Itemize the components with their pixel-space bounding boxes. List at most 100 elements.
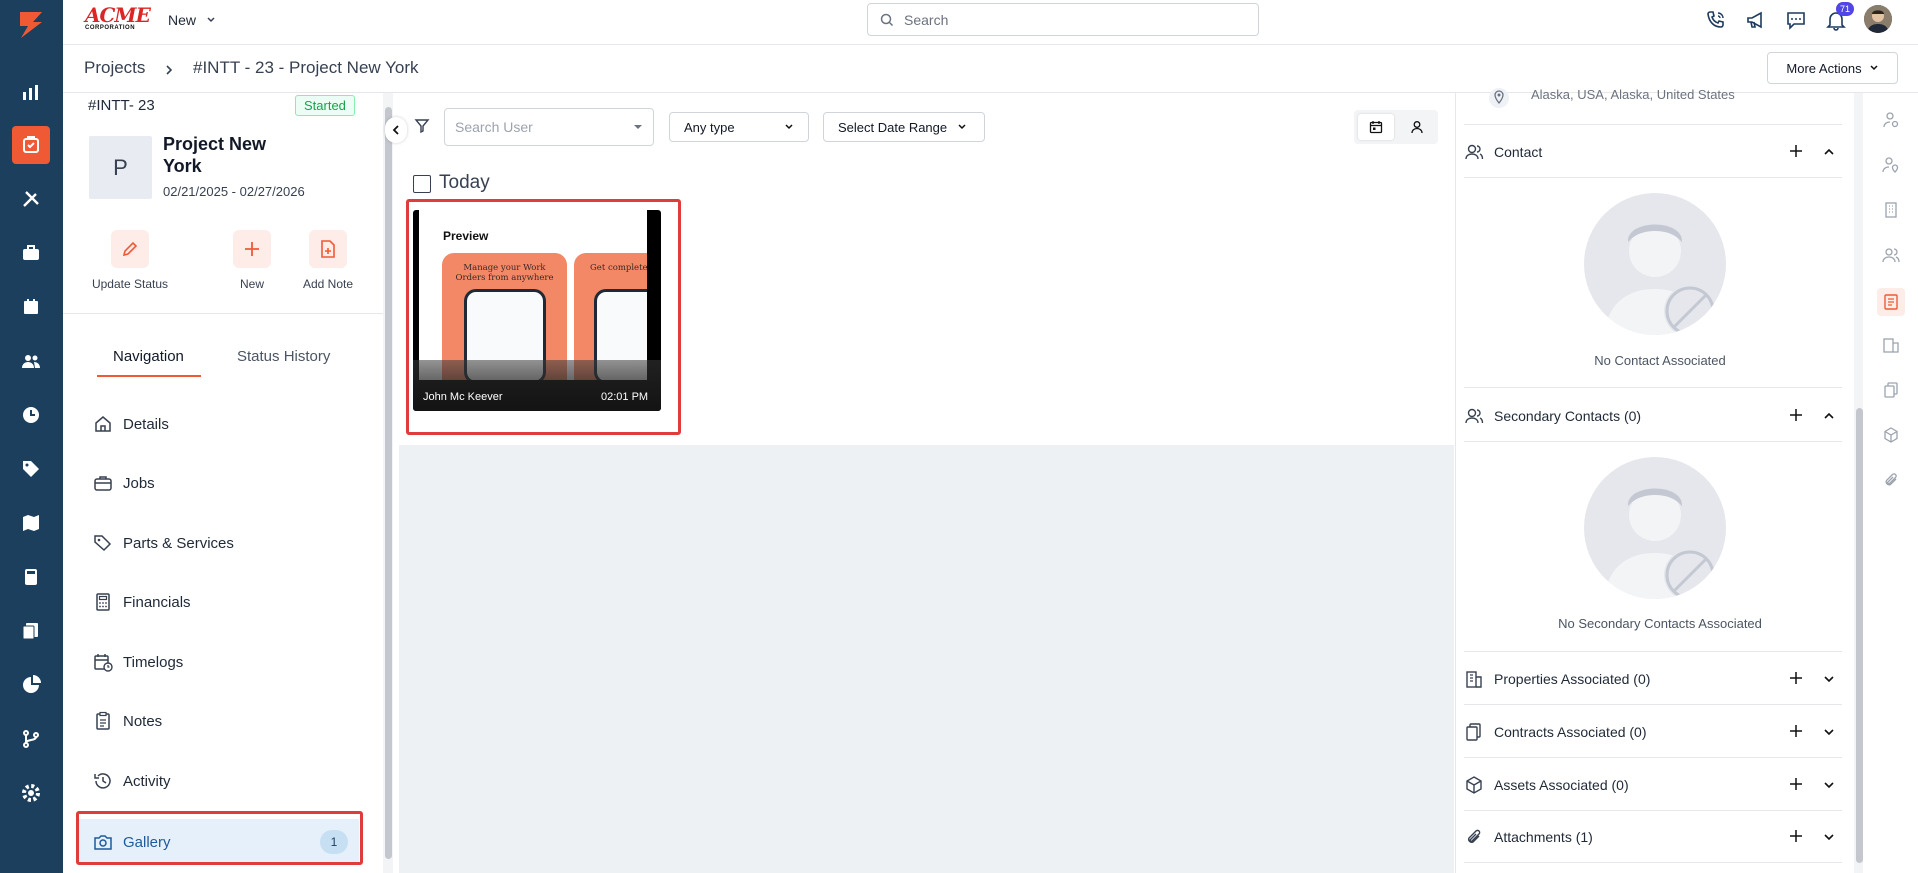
date-group-label: Today [439,172,490,193]
scrollbar-thumb[interactable] [385,107,392,859]
user-icon [1411,121,1423,134]
nav-item-details[interactable]: Details [93,404,363,444]
location-pin-icon [1489,88,1509,108]
add-property-plus-icon[interactable] [1788,670,1804,686]
collapse-panel-button[interactable] [385,117,407,143]
gallery-content: Search User Any type Select Date Range T… [399,93,1454,873]
calendar-view-button[interactable] [1358,114,1394,140]
project-info-panel: Alaska, USA, Alaska, United States Conta… [1455,87,1864,873]
global-search-input[interactable]: Search [867,3,1259,36]
user-avatar[interactable] [1864,5,1892,33]
app-sidebar [0,0,63,873]
properties-section-header[interactable]: Properties Associated (0) [1464,653,1842,705]
user-location-icon[interactable] [1879,153,1903,177]
project-address: Alaska, USA, Alaska, United States [1531,87,1735,102]
settings-icon[interactable] [12,774,50,812]
chevron-down-icon[interactable] [1822,778,1836,792]
plus-icon [233,230,271,268]
chevron-down-icon[interactable] [1822,830,1836,844]
add-asset-plus-icon[interactable] [1788,776,1804,792]
tools-icon[interactable] [12,180,50,218]
jobs-icon[interactable] [12,234,50,272]
nav-item-notes[interactable]: Notes [93,701,363,741]
no-secondary-contact-message: No Secondary Contacts Associated [1558,616,1762,631]
related-records-toolbar [1863,93,1918,873]
megaphone-icon[interactable] [1745,9,1767,31]
chevron-down-icon[interactable] [1822,725,1836,739]
attachments-section-header[interactable]: Attachments (1) [1464,811,1842,863]
map-icon[interactable] [12,504,50,542]
nav-item-timelogs[interactable]: Timelogs [93,642,363,682]
calculator-icon[interactable] [12,558,50,596]
scrollbar-thumb[interactable] [1856,408,1863,863]
project-avatar: P [89,136,152,199]
price-tag-icon[interactable] [12,450,50,488]
secondary-contacts-section-header[interactable]: Secondary Contacts (0) [1464,390,1842,442]
nav-item-financials[interactable]: Financials [93,582,363,622]
update-status-button[interactable]: Update Status [80,230,180,291]
app-logo-icon[interactable] [12,6,50,44]
reports-icon[interactable] [12,666,50,704]
project-dates: 02/21/2025 - 02/27/2026 [163,184,305,199]
gallery-empty-area [399,445,1454,873]
phone-icon[interactable] [1705,9,1727,31]
add-secondary-contact-plus-icon[interactable] [1788,407,1804,423]
divider [1464,124,1842,125]
chevron-up-icon[interactable] [1822,409,1836,423]
calendar-icon[interactable] [12,288,50,326]
search-user-select[interactable]: Search User [444,108,654,146]
tag-icon [94,535,112,552]
add-contact-plus-icon[interactable] [1788,143,1804,159]
project-code: #INTT- 23 [88,97,155,114]
assets-cube-icon[interactable] [1879,423,1903,447]
add-attachment-plus-icon[interactable] [1788,828,1804,844]
user-settings-icon[interactable] [1879,108,1903,132]
attachments-paperclip-icon[interactable] [1879,468,1903,492]
tab-status-history[interactable]: Status History [237,348,330,365]
filter-icon[interactable] [414,118,430,134]
no-secondary-contact-placeholder-icon [1584,457,1726,599]
contacts-icon [1465,408,1484,423]
chevron-down-icon [1870,65,1878,71]
chevron-up-icon[interactable] [1822,145,1836,159]
add-file-icon [309,230,347,268]
contracts-section-header[interactable]: Contracts Associated (0) [1464,706,1842,758]
add-contract-plus-icon[interactable] [1788,723,1804,739]
new-dropdown[interactable]: New [168,12,216,28]
documents-icon[interactable] [12,612,50,650]
contracts-copy-icon[interactable] [1879,378,1903,402]
chat-icon[interactable] [1785,9,1807,31]
date-range-dropdown[interactable]: Select Date Range [823,112,985,142]
project-record-icon[interactable] [1877,288,1905,316]
today-select-checkbox[interactable] [413,175,431,193]
divider [63,313,385,314]
highlight-box [406,199,681,435]
tab-navigation[interactable]: Navigation [113,348,184,365]
new-action-button[interactable]: New [222,230,282,291]
calculator-icon [96,593,110,611]
calendar-icon [1369,121,1383,134]
property-building-icon[interactable] [1879,333,1903,357]
assets-section-header[interactable]: Assets Associated (0) [1464,759,1842,811]
users-icon[interactable] [1879,243,1903,267]
pencil-icon [111,230,149,268]
breadcrumb-projects-link[interactable]: Projects [84,58,145,78]
workflow-icon[interactable] [12,720,50,758]
nav-item-jobs[interactable]: Jobs [93,463,363,503]
view-toggle [1354,110,1438,144]
more-actions-button[interactable]: More Actions [1767,52,1898,84]
projects-icon[interactable] [12,126,50,164]
user-view-button[interactable] [1400,114,1434,140]
chevron-down-icon[interactable] [1822,672,1836,686]
building-icon[interactable] [1879,198,1903,222]
contract-icon [1466,722,1481,741]
timesheet-icon[interactable] [12,396,50,434]
customers-icon[interactable] [12,342,50,380]
contact-section-header[interactable]: Contact [1464,126,1842,178]
add-note-button[interactable]: Add Note [278,230,378,291]
nav-item-activity[interactable]: Activity [93,761,363,801]
company-logo[interactable]: ACME CORPORATION [85,5,151,31]
dashboard-icon[interactable] [12,73,50,111]
type-filter-dropdown[interactable]: Any type [669,112,809,142]
nav-item-parts-services[interactable]: Parts & Services [93,523,363,563]
